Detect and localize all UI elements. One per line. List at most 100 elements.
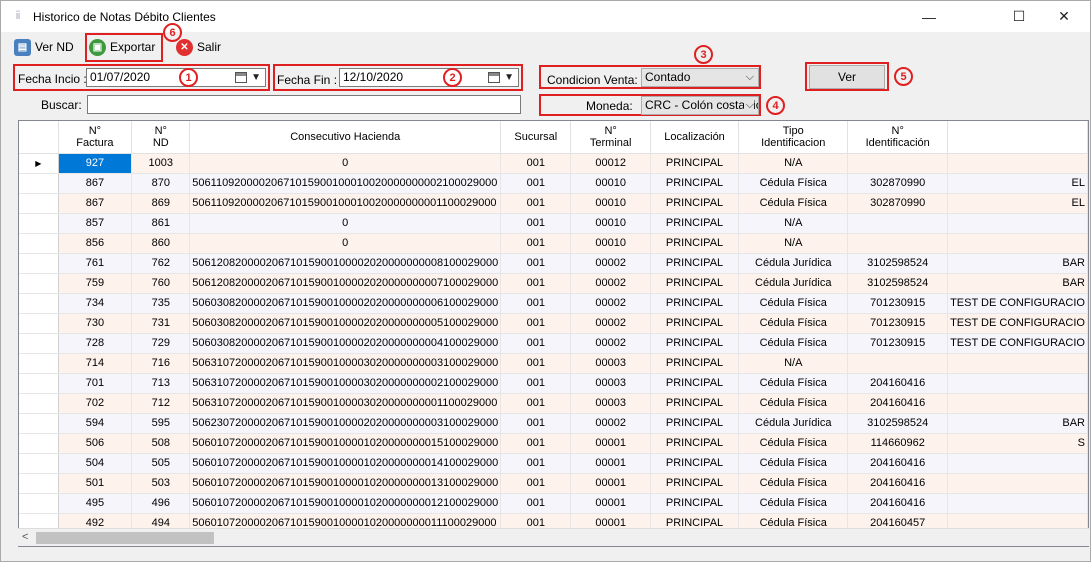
table-row[interactable]: 501 503 5060107200002067101590010000102000…: [19, 473, 1088, 494]
table-cell[interactable]: PRINCIPAL: [650, 453, 740, 474]
table-cell[interactable]: [947, 353, 1088, 374]
row-header[interactable]: [19, 493, 59, 514]
table-cell[interactable]: [847, 233, 949, 254]
table-cell[interactable]: [947, 493, 1088, 514]
table-cell[interactable]: Cédula Jurídica: [738, 273, 849, 294]
notas-debito-grid[interactable]: N° Factura N° ND Consecutivo Hacienda Sucur…: [18, 120, 1089, 547]
table-cell[interactable]: [947, 473, 1088, 494]
table-cell[interactable]: [947, 233, 1088, 254]
table-cell[interactable]: EL: [947, 193, 1088, 214]
table-cell[interactable]: 857: [58, 213, 133, 234]
row-header[interactable]: [19, 233, 59, 254]
table-row[interactable]: 728 729 5060308200002067101590010000202000…: [19, 333, 1088, 354]
table-cell[interactable]: [947, 453, 1088, 474]
table-cell[interactable]: 503: [131, 473, 191, 494]
table-cell[interactable]: 001: [500, 353, 572, 374]
table-cell[interactable]: TEST DE CONFIGURACIO: [947, 293, 1088, 314]
table-cell[interactable]: 00012: [570, 153, 651, 174]
row-header[interactable]: [19, 453, 59, 474]
table-cell[interactable]: PRINCIPAL: [650, 313, 740, 334]
table-cell[interactable]: PRINCIPAL: [650, 173, 740, 194]
table-cell[interactable]: PRINCIPAL: [650, 333, 740, 354]
table-cell[interactable]: [847, 153, 949, 174]
table-cell[interactable]: BAR: [947, 413, 1088, 434]
table-cell[interactable]: PRINCIPAL: [650, 273, 740, 294]
row-header[interactable]: [19, 433, 59, 454]
table-cell[interactable]: Cédula Física: [738, 373, 849, 394]
table-cell[interactable]: Cédula Física: [738, 433, 849, 454]
table-cell[interactable]: 00010: [570, 173, 651, 194]
column-header[interactable]: N° Factura: [58, 121, 133, 154]
table-cell[interactable]: 001: [500, 153, 572, 174]
column-header[interactable]: [19, 121, 59, 154]
table-cell[interactable]: Cédula Física: [738, 393, 849, 414]
table-row[interactable]: 504 505 5060107200002067101590010000102000…: [19, 453, 1088, 474]
table-cell[interactable]: 001: [500, 233, 572, 254]
table-cell[interactable]: 734: [58, 293, 133, 314]
table-cell[interactable]: 001: [500, 333, 572, 354]
table-cell[interactable]: 730: [58, 313, 133, 334]
fecha-fin-picker[interactable]: 12/10/2020 ▼: [339, 68, 519, 87]
salir-button[interactable]: ✕ Salir: [176, 35, 221, 59]
column-header[interactable]: N° Identificación: [847, 121, 949, 154]
table-cell[interactable]: N/A: [738, 213, 849, 234]
table-cell[interactable]: 760: [131, 273, 191, 294]
table-row[interactable]: 856 860 0 001 00010 PRINCIPAL N/A: [19, 233, 1088, 254]
table-cell[interactable]: 594: [58, 413, 133, 434]
table-row[interactable]: 594 595 5062307200002067101590010000202000…: [19, 413, 1088, 434]
table-cell[interactable]: Cédula Física: [738, 193, 849, 214]
table-cell[interactable]: N/A: [738, 353, 849, 374]
row-header[interactable]: [19, 473, 59, 494]
table-cell[interactable]: 501: [58, 473, 133, 494]
table-cell[interactable]: 302870990: [847, 193, 949, 214]
table-cell[interactable]: 1003: [131, 153, 191, 174]
table-cell[interactable]: 702: [58, 393, 133, 414]
table-cell[interactable]: 00010: [570, 193, 651, 214]
buscar-input[interactable]: [87, 95, 521, 114]
row-header[interactable]: [19, 293, 59, 314]
table-cell[interactable]: PRINCIPAL: [650, 213, 740, 234]
row-header[interactable]: [19, 333, 59, 354]
table-cell[interactable]: 0: [189, 233, 502, 254]
table-cell[interactable]: 759: [58, 273, 133, 294]
table-cell[interactable]: PRINCIPAL: [650, 193, 740, 214]
table-cell[interactable]: Cédula Física: [738, 173, 849, 194]
table-cell[interactable]: BAR: [947, 253, 1088, 274]
table-cell[interactable]: S: [947, 433, 1088, 454]
row-header[interactable]: [19, 193, 59, 214]
table-cell[interactable]: 870: [131, 173, 191, 194]
table-cell[interactable]: Cédula Física: [738, 313, 849, 334]
table-cell[interactable]: 114660962: [847, 433, 949, 454]
table-cell[interactable]: 860: [131, 233, 191, 254]
table-cell[interactable]: 856: [58, 233, 133, 254]
table-cell[interactable]: PRINCIPAL: [650, 433, 740, 454]
table-cell[interactable]: [947, 393, 1088, 414]
table-cell[interactable]: 861: [131, 213, 191, 234]
table-cell[interactable]: 5062307200002067101590010000202000000000…: [189, 413, 502, 434]
table-cell[interactable]: Cédula Física: [738, 293, 849, 314]
table-cell[interactable]: 0: [189, 153, 502, 174]
table-row[interactable]: 730 731 5060308200002067101590010000202000…: [19, 313, 1088, 334]
table-cell[interactable]: 204160416: [847, 473, 949, 494]
row-header[interactable]: [19, 413, 59, 434]
table-cell[interactable]: 5060107200002067101590010000102000000001…: [189, 453, 502, 474]
table-cell[interactable]: 927: [58, 153, 133, 174]
table-cell[interactable]: 001: [500, 473, 572, 494]
row-header[interactable]: [19, 213, 59, 234]
table-cell[interactable]: 735: [131, 293, 191, 314]
table-cell[interactable]: 3102598524: [847, 253, 949, 274]
row-header[interactable]: [19, 393, 59, 414]
table-cell[interactable]: 3102598524: [847, 273, 949, 294]
table-cell[interactable]: 5063107200002067101590010000302000000000…: [189, 353, 502, 374]
table-cell[interactable]: Cédula Física: [738, 453, 849, 474]
table-cell[interactable]: 00002: [570, 413, 651, 434]
maximize-button[interactable]: ☐: [996, 1, 1042, 32]
table-cell[interactable]: PRINCIPAL: [650, 153, 740, 174]
table-cell[interactable]: 302870990: [847, 173, 949, 194]
table-cell[interactable]: 001: [500, 433, 572, 454]
table-cell[interactable]: 204160416: [847, 453, 949, 474]
row-header[interactable]: [19, 313, 59, 334]
table-cell[interactable]: TEST DE CONFIGURACIO: [947, 313, 1088, 334]
table-cell[interactable]: [947, 153, 1088, 174]
table-cell[interactable]: 728: [58, 333, 133, 354]
